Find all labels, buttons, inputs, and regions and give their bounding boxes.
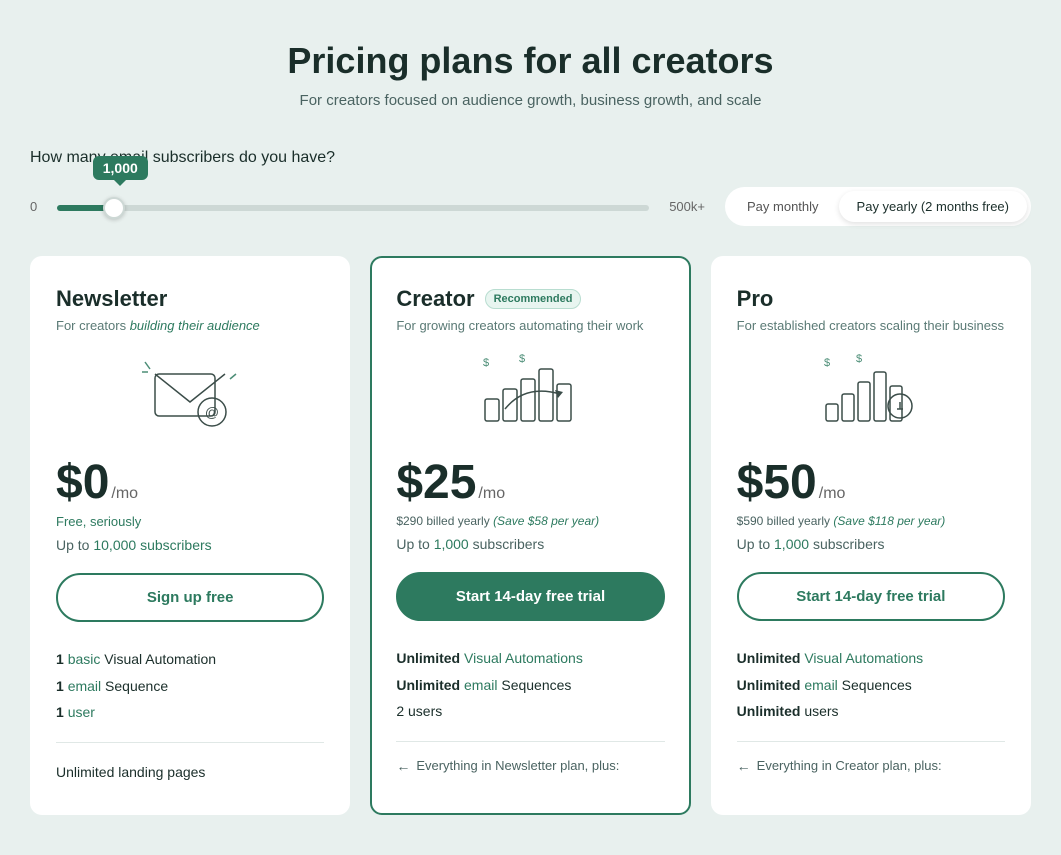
creator-everything-note: ← Everything in Newsletter plan, plus: [396,758,664,774]
page-title: Pricing plans for all creators [30,40,1031,82]
slider-container: 1,000 [57,198,649,216]
pro-everything-note: ← Everything in Creator plan, plus: [737,758,1005,774]
creator-subtitle: For growing creators automating their wo… [396,318,664,333]
newsletter-features: 1 basic Visual Automation 1 email Sequen… [56,646,324,726]
creator-title: Creator [396,286,474,312]
pro-subscribers: Up to 1,000 subscribers [737,536,1005,552]
newsletter-cta-button[interactable]: Sign up free [56,573,324,622]
slider-min: 0 [30,199,37,214]
pay-yearly-button[interactable]: Pay yearly (2 months free) [839,191,1027,222]
creator-features: Unlimited Visual Automations Unlimited e… [396,645,664,725]
creator-price-row: $25 /mo [396,455,664,510]
svg-text:$: $ [519,354,525,365]
pro-divider [737,741,1005,742]
page-subtitle: For creators focused on audience growth,… [30,92,1031,109]
slider-label: How many email subscribers do you have? [30,149,1031,167]
newsletter-title: Newsletter [56,286,167,312]
creator-divider [396,741,664,742]
newsletter-free-label: Free, seriously [56,514,324,529]
pro-cta-button[interactable]: Start 14-day free trial [737,572,1005,621]
pro-billing-note: $590 billed yearly (Save $118 per year) [737,514,1005,528]
newsletter-illustration: @ [56,349,324,439]
newsletter-divider [56,742,324,743]
pro-features: Unlimited Visual Automations Unlimited e… [737,645,1005,725]
controls-row: 0 1,000 500k+ Pay monthly Pay yearly (2 … [30,187,1031,226]
slider-section: How many email subscribers do you have? … [30,149,1031,226]
newsletter-price: $0 [56,455,109,510]
svg-text:$: $ [856,354,862,365]
newsletter-subscribers: Up to 10,000 subscribers [56,537,324,553]
pro-period: /mo [819,485,846,503]
creator-billing-note: $290 billed yearly (Save $58 per year) [396,514,664,528]
svg-text:@: @ [205,404,219,420]
creator-cta-button[interactable]: Start 14-day free trial [396,572,664,621]
newsletter-price-row: $0 /mo [56,455,324,510]
slider-tooltip: 1,000 [93,156,148,180]
svg-text:$: $ [483,357,489,369]
pro-price: $50 [737,455,817,510]
creator-card: Creator Recommended For growing creators… [370,256,690,815]
creator-card-header: Creator Recommended [396,286,664,312]
billing-toggle: Pay monthly Pay yearly (2 months free) [725,187,1031,226]
subscribers-slider[interactable] [57,205,649,211]
pro-title: Pro [737,286,774,312]
newsletter-footer: Unlimited landing pages [56,759,324,786]
pricing-cards: Newsletter For creators building their a… [30,256,1031,815]
slider-max: 500k+ [669,199,705,214]
newsletter-card: Newsletter For creators building their a… [30,256,350,815]
recommended-badge: Recommended [485,289,582,309]
pro-subtitle: For established creators scaling their b… [737,318,1005,333]
newsletter-period: /mo [111,485,138,503]
creator-illustration: $ $ [396,349,664,439]
pay-monthly-button[interactable]: Pay monthly [729,191,837,222]
pro-illustration: $ $ [737,349,1005,439]
pro-price-row: $50 /mo [737,455,1005,510]
creator-price: $25 [396,455,476,510]
svg-text:$: $ [824,357,830,369]
pro-card-header: Pro [737,286,1005,312]
pro-card: Pro For established creators scaling the… [711,256,1031,815]
newsletter-card-header: Newsletter [56,286,324,312]
newsletter-subtitle: For creators building their audience [56,318,324,333]
creator-subscribers: Up to 1,000 subscribers [396,536,664,552]
creator-period: /mo [478,485,505,503]
page-header: Pricing plans for all creators For creat… [30,40,1031,109]
